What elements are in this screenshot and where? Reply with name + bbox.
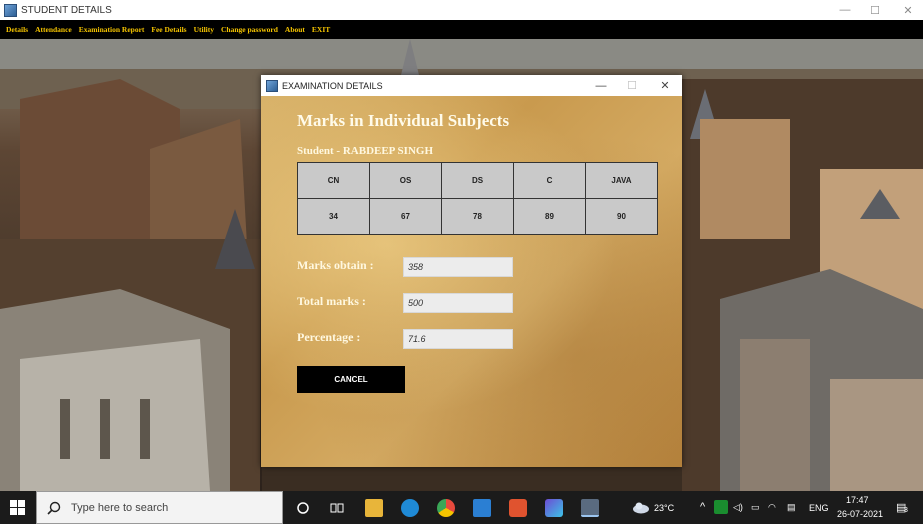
chevron-up-icon[interactable]: ^ bbox=[700, 501, 705, 513]
weather-temperature[interactable]: 23°C bbox=[654, 503, 674, 513]
main-window-title: STUDENT DETAILS bbox=[21, 4, 112, 16]
subject-cell: CN bbox=[297, 162, 370, 199]
subject-cell: JAVA bbox=[585, 162, 658, 199]
taskbar: Type here to search 23°C ^ ◁) ▭ ◠ ▤ ENG … bbox=[0, 491, 923, 524]
vscode-icon[interactable] bbox=[473, 499, 491, 517]
table-header-row: CN OS DS C JAVA bbox=[297, 162, 658, 199]
main-minimize-button[interactable]: — bbox=[830, 0, 860, 20]
menu-details[interactable]: Details bbox=[6, 25, 28, 34]
mark-cell: 90 bbox=[585, 198, 658, 235]
dialog-body: Marks in Individual Subjects Student - R… bbox=[261, 96, 682, 467]
clock-time[interactable]: 17:47 bbox=[846, 495, 869, 505]
marks-obtain-field[interactable]: 358 bbox=[403, 257, 513, 277]
search-icon bbox=[47, 501, 61, 515]
dialog-close-button[interactable]: ✕ bbox=[648, 75, 682, 96]
notification-count-badge: 3 bbox=[904, 507, 908, 514]
speaker-icon[interactable]: ◁) bbox=[733, 502, 743, 513]
table-row: 34 67 78 89 90 bbox=[297, 198, 658, 235]
chrome-icon[interactable] bbox=[437, 499, 455, 517]
cancel-button[interactable]: CANCEL bbox=[297, 366, 405, 393]
wifi-icon[interactable]: ◠ bbox=[768, 502, 776, 513]
main-window-titlebar: STUDENT DETAILS — ☐ ✕ bbox=[0, 0, 923, 20]
subject-cell: DS bbox=[441, 162, 514, 199]
edge-browser-icon[interactable] bbox=[401, 499, 419, 517]
marks-table: CN OS DS C JAVA 34 67 78 89 90 bbox=[297, 162, 658, 235]
keyboard-icon[interactable]: ▤ bbox=[787, 502, 796, 513]
java-app-icon bbox=[4, 3, 17, 17]
task-view-icon[interactable] bbox=[328, 499, 346, 517]
subject-cell: C bbox=[513, 162, 586, 199]
main-close-button[interactable]: ✕ bbox=[893, 0, 923, 20]
cortana-icon[interactable] bbox=[294, 499, 312, 517]
dialog-maximize-button[interactable]: ☐ bbox=[615, 75, 649, 96]
page-title: Marks in Individual Subjects bbox=[297, 111, 510, 130]
office-icon[interactable] bbox=[509, 499, 527, 517]
examination-details-dialog: EXAMINATION DETAILS — ☐ ✕ Marks in Indiv… bbox=[261, 75, 682, 467]
total-marks-label: Total marks : bbox=[297, 294, 366, 308]
search-placeholder: Type here to search bbox=[71, 501, 169, 514]
percentage-label: Percentage : bbox=[297, 330, 361, 344]
total-marks-field[interactable]: 500 bbox=[403, 293, 513, 313]
main-maximize-button[interactable]: ☐ bbox=[860, 0, 890, 20]
taskbar-search-box[interactable]: Type here to search bbox=[36, 491, 283, 524]
menu-attendance[interactable]: Attendance bbox=[35, 25, 72, 34]
menu-change-password[interactable]: Change password bbox=[221, 25, 278, 34]
windows-start-icon[interactable] bbox=[10, 500, 25, 515]
dialog-titlebar: EXAMINATION DETAILS — ☐ ✕ bbox=[261, 75, 682, 96]
mark-cell: 89 bbox=[513, 198, 586, 235]
battery-icon[interactable]: ▭ bbox=[751, 502, 760, 513]
subject-cell: OS bbox=[369, 162, 442, 199]
java-app-icon bbox=[266, 79, 278, 92]
dialog-title: EXAMINATION DETAILS bbox=[282, 80, 383, 91]
menu-utility[interactable]: Utility bbox=[194, 25, 214, 34]
student-name-label: Student - RABDEEP SINGH bbox=[297, 145, 434, 157]
percentage-field[interactable]: 71.6 bbox=[403, 329, 513, 349]
clock-date[interactable]: 26-07-2021 bbox=[837, 509, 883, 519]
mark-cell: 67 bbox=[369, 198, 442, 235]
dialog-minimize-button[interactable]: — bbox=[584, 75, 618, 96]
menu-examination-report[interactable]: Examination Report bbox=[79, 25, 145, 34]
store-app-icon[interactable] bbox=[545, 499, 563, 517]
mark-cell: 34 bbox=[297, 198, 370, 235]
security-shield-icon[interactable] bbox=[714, 500, 728, 514]
menu-bar: Details Attendance Examination Report Fe… bbox=[0, 20, 923, 39]
menu-about[interactable]: About bbox=[285, 25, 305, 34]
file-explorer-icon[interactable] bbox=[365, 499, 383, 517]
menu-exit[interactable]: EXIT bbox=[312, 25, 330, 34]
language-indicator[interactable]: ENG bbox=[809, 503, 829, 513]
menu-fee-details[interactable]: Fee Details bbox=[151, 25, 186, 34]
mark-cell: 78 bbox=[441, 198, 514, 235]
java-app-taskbar-icon[interactable] bbox=[581, 499, 599, 517]
weather-cloud-icon bbox=[633, 502, 649, 514]
marks-obtain-label: Marks obtain : bbox=[297, 258, 374, 272]
